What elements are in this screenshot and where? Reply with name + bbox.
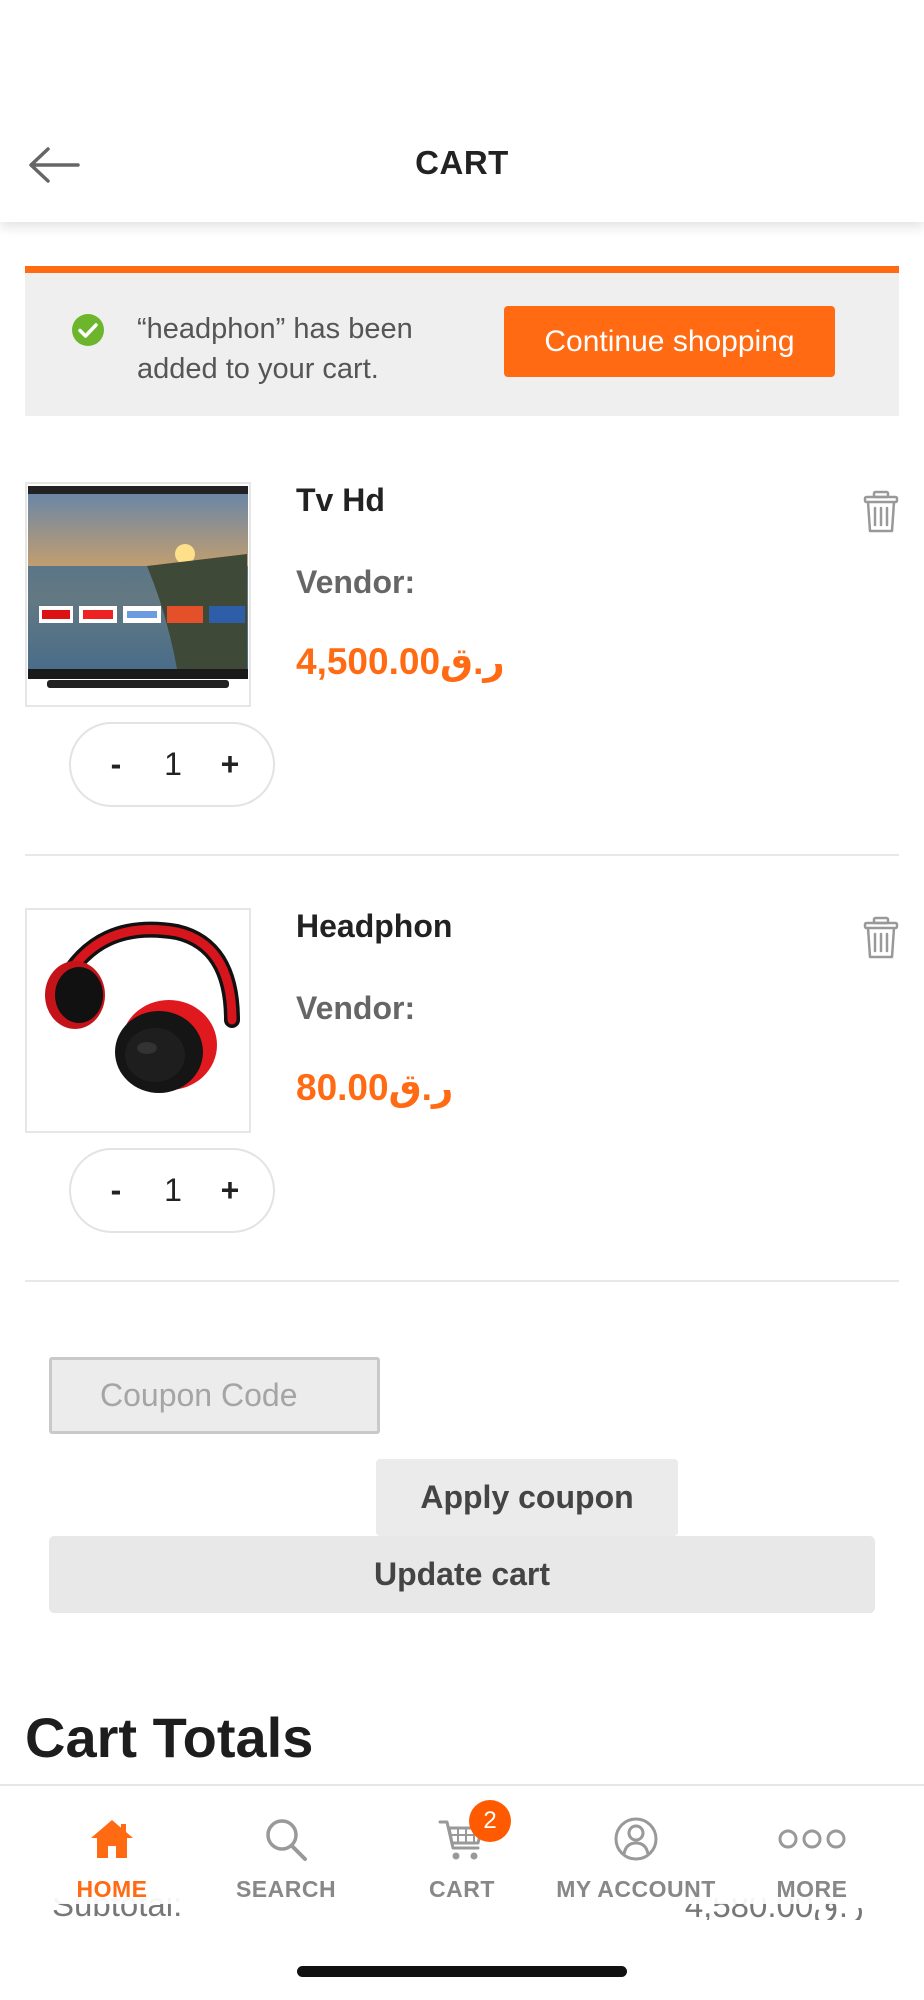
divider xyxy=(25,1280,899,1282)
apply-coupon-button[interactable]: Apply coupon xyxy=(376,1459,678,1536)
trash-icon[interactable] xyxy=(863,490,899,534)
tab-cart[interactable]: 2 CART xyxy=(374,1786,550,1906)
tab-my-account[interactable]: MY ACCOUNT xyxy=(548,1786,724,1906)
product-image-headphon[interactable] xyxy=(25,908,251,1133)
cart-totals-title: Cart Totals xyxy=(25,1706,314,1769)
bottom-tab-bar: HOME SEARCH 2 CART MY ACCOUNT MORE xyxy=(0,1784,924,1904)
product-name[interactable]: Headphon xyxy=(296,908,452,945)
tab-search[interactable]: SEARCH xyxy=(198,1786,374,1906)
continue-shopping-button[interactable]: Continue shopping xyxy=(504,306,835,377)
tv-image xyxy=(27,484,249,705)
increase-quantity-button[interactable]: + xyxy=(215,746,245,783)
tab-more[interactable]: MORE xyxy=(724,1786,900,1906)
divider xyxy=(25,854,899,856)
headphones-image xyxy=(27,910,249,1114)
page-title: CART xyxy=(415,144,509,181)
check-circle-icon xyxy=(72,314,104,346)
quantity-value[interactable]: 1 xyxy=(164,746,182,783)
decrease-quantity-button[interactable]: - xyxy=(101,746,131,783)
coupon-code-input[interactable] xyxy=(49,1357,380,1434)
vendor-label: Vendor: xyxy=(296,564,416,600)
quantity-stepper: - 1 + xyxy=(69,722,275,807)
more-icon xyxy=(778,1829,846,1849)
decrease-quantity-button[interactable]: - xyxy=(101,1172,131,1209)
trash-icon[interactable] xyxy=(863,916,899,960)
home-icon xyxy=(91,1820,133,1858)
home-indicator xyxy=(297,1966,627,1977)
app-header: CART xyxy=(0,0,924,222)
cart-count-badge: 2 xyxy=(469,1800,511,1842)
product-price: 4,500.00ر.ق xyxy=(296,641,505,682)
search-icon xyxy=(266,1819,307,1861)
tab-home[interactable]: HOME xyxy=(24,1786,200,1906)
product-name[interactable]: Tv Hd xyxy=(296,482,385,519)
notice-message: “headphon” has been added to your cart. xyxy=(137,313,413,385)
product-price: 80.00ر.ق xyxy=(296,1067,454,1108)
increase-quantity-button[interactable]: + xyxy=(215,1172,245,1209)
vendor-label: Vendor: xyxy=(296,990,416,1026)
tab-label: MORE xyxy=(776,1876,848,1902)
account-icon xyxy=(614,1817,658,1861)
update-cart-button[interactable]: Update cart xyxy=(49,1536,875,1613)
cart-notice: “headphon” has been added to your cart. … xyxy=(25,266,899,416)
quantity-value[interactable]: 1 xyxy=(164,1172,182,1209)
quantity-stepper: - 1 + xyxy=(69,1148,275,1233)
product-image-tv[interactable] xyxy=(25,482,251,707)
